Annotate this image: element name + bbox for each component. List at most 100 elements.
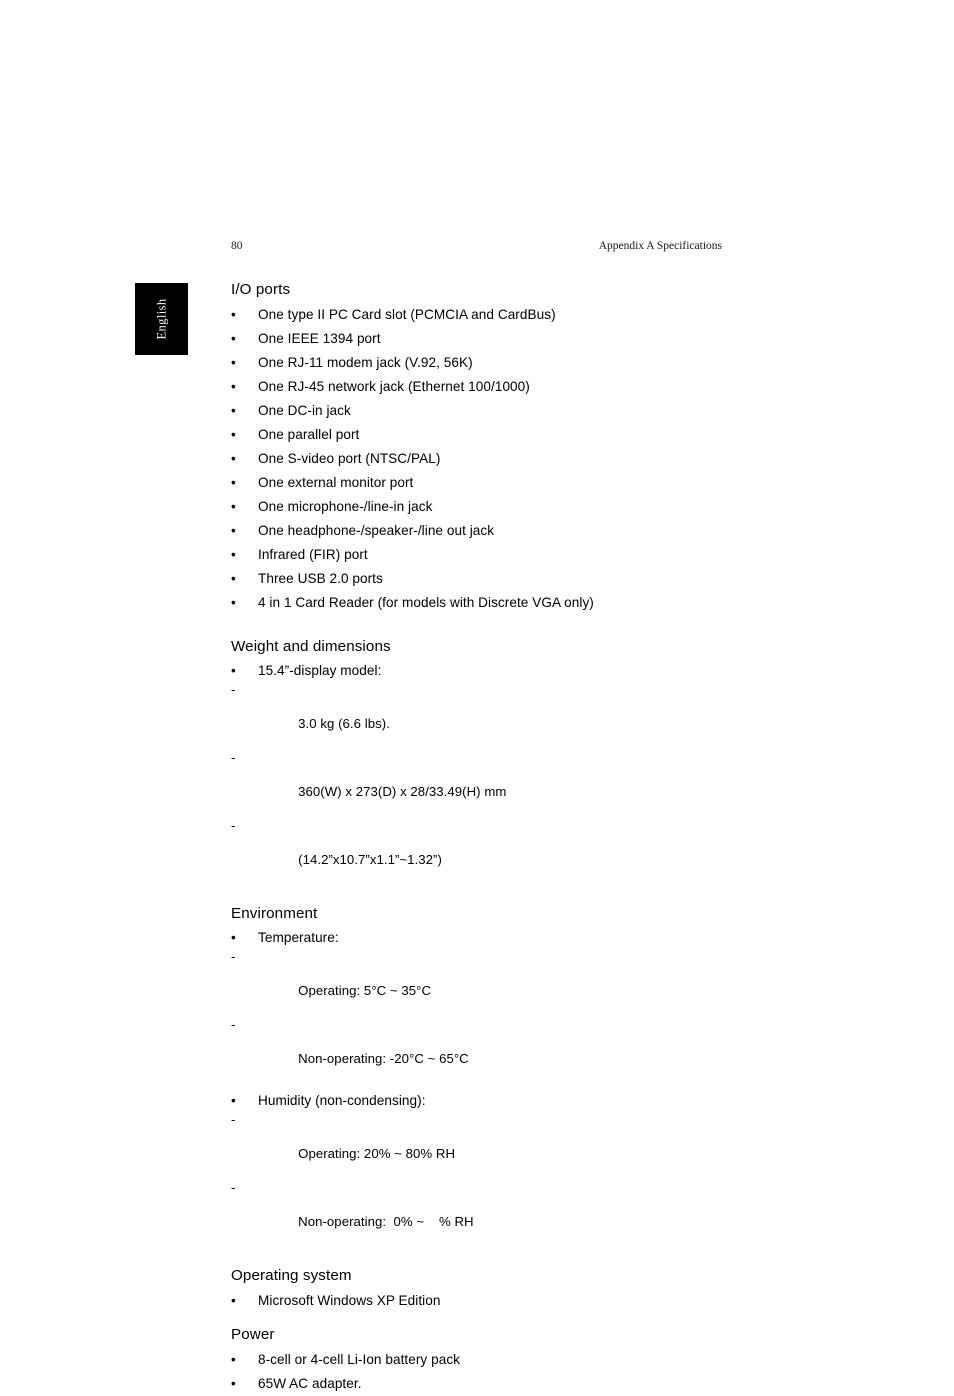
sub-list-item-label: 3.0 kg (6.6 lbs). xyxy=(298,716,390,731)
list-item-label: One external monitor port xyxy=(258,475,414,490)
list-item-label: Humidity (non-condensing): xyxy=(258,1093,426,1108)
section-heading: Power xyxy=(231,1326,275,1343)
document-page: 80 Appendix A Specifications English I/O… xyxy=(0,0,954,1391)
list-item-label: Infrared (FIR) port xyxy=(258,547,368,562)
bullet-icon: • xyxy=(231,499,236,514)
list-item: • Humidity (non-condensing): xyxy=(231,1090,791,1111)
list-item: • One RJ-45 network jack (Ethernet 100/1… xyxy=(231,375,791,399)
list-item: • 4 in 1 Card Reader (for models with Di… xyxy=(231,591,791,615)
language-tab-label: English xyxy=(154,298,168,340)
section-operating-system: Operating system • Microsoft Windows XP … xyxy=(231,1266,791,1313)
sub-list-item-label: Non-operating: -20°C ~ 65°C xyxy=(298,1051,469,1066)
dash-icon: - xyxy=(231,750,236,765)
list-item-label: 8-cell or 4-cell Li-Ion battery pack xyxy=(258,1352,461,1367)
page-number: 80 xyxy=(231,240,243,252)
section-io-ports: I/O ports • One type II PC Card slot (PC… xyxy=(231,280,791,615)
bullet-list: • Humidity (non-condensing): xyxy=(231,1090,791,1111)
bullet-icon: • xyxy=(231,663,236,678)
sub-list-item-label: 360(W) x 273(D) x 28/33.49(H) mm xyxy=(298,784,507,799)
bullet-list: • Microsoft Windows XP Edition xyxy=(231,1289,791,1313)
dash-icon: - xyxy=(231,682,236,697)
dash-icon: - xyxy=(231,1017,236,1032)
list-item-label: One S-video port (NTSC/PAL) xyxy=(258,451,441,466)
section-environment: Environment • Temperature: - Operating: … xyxy=(231,904,791,1247)
sub-list-item-label: Non-operating: 0% ~ % RH xyxy=(298,1214,474,1229)
sub-list-item-label: Operating: 5°C ~ 35°C xyxy=(298,983,432,998)
list-item-label: One headphone-/speaker-/line out jack xyxy=(258,523,495,538)
list-item: • One headphone-/speaker-/line out jack xyxy=(231,519,791,543)
bullet-icon: • xyxy=(231,547,236,562)
sub-list-item: - Non-operating: 0% ~ % RH xyxy=(231,1179,791,1247)
bullet-icon: • xyxy=(231,379,236,394)
list-item: • 65W AC adapter. xyxy=(231,1372,791,1396)
chapter-title: Appendix A Specifications xyxy=(598,240,722,252)
list-item-label: One microphone-/line-in jack xyxy=(258,499,433,514)
bullet-list: • One type II PC Card slot (PCMCIA and C… xyxy=(231,303,791,615)
bullet-icon: • xyxy=(231,451,236,466)
section-heading: Weight and dimensions xyxy=(231,638,391,655)
sub-list-item-label: Operating: 20% ~ 80% RH xyxy=(298,1146,456,1161)
running-head: 80 Appendix A Specifications xyxy=(231,238,722,254)
list-item: • Temperature: xyxy=(231,927,791,948)
bullet-icon: • xyxy=(231,1376,236,1391)
bullet-icon: • xyxy=(231,1352,236,1367)
list-item: • 8-cell or 4-cell Li-Ion battery pack xyxy=(231,1348,791,1372)
list-item-label: 4 in 1 Card Reader (for models with Disc… xyxy=(258,595,594,610)
bullet-icon: • xyxy=(231,1293,236,1308)
bullet-icon: • xyxy=(231,331,236,346)
list-item-label: One RJ-11 modem jack (V.92, 56K) xyxy=(258,355,473,370)
list-item: • One DC-in jack xyxy=(231,399,791,423)
list-item-label: 15.4”-display model: xyxy=(258,663,382,678)
sub-list-item: - Operating: 20% ~ 80% RH xyxy=(231,1111,791,1179)
list-item: • 15.4”-display model: xyxy=(231,660,791,681)
sub-list: - Operating: 20% ~ 80% RH - Non-operatin… xyxy=(231,1111,791,1247)
list-item-label: One DC-in jack xyxy=(258,403,351,418)
section-weight-and-dimensions: Weight and dimensions • 15.4”-display mo… xyxy=(231,637,791,885)
bullet-icon: • xyxy=(231,475,236,490)
sub-list-item: - 360(W) x 273(D) x 28/33.49(H) mm xyxy=(231,749,791,817)
list-item: • One S-video port (NTSC/PAL) xyxy=(231,447,791,471)
list-item: • One microphone-/line-in jack xyxy=(231,495,791,519)
bullet-icon: • xyxy=(231,355,236,370)
list-item-label: Microsoft Windows XP Edition xyxy=(258,1293,441,1308)
list-item-label: Three USB 2.0 ports xyxy=(258,571,383,586)
bullet-icon: • xyxy=(231,427,236,442)
sub-list: - 3.0 kg (6.6 lbs). - 360(W) x 273(D) x … xyxy=(231,681,791,885)
bullet-list: • 15.4”-display model: xyxy=(231,660,791,681)
dash-icon: - xyxy=(231,949,236,964)
bullet-icon: • xyxy=(231,403,236,418)
list-item-label: One RJ-45 network jack (Ethernet 100/100… xyxy=(258,379,530,394)
list-item: • One type II PC Card slot (PCMCIA and C… xyxy=(231,303,791,327)
list-item: • One external monitor port xyxy=(231,471,791,495)
sub-list-item: - Non-operating: -20°C ~ 65°C xyxy=(231,1016,791,1084)
language-tab: English xyxy=(135,283,188,355)
section-power: Power • 8-cell or 4-cell Li-Ion battery … xyxy=(231,1325,791,1396)
content-column: I/O ports • One type II PC Card slot (PC… xyxy=(231,280,791,1396)
sub-list-item-label: (14.2”x10.7”x1.1”~1.32”) xyxy=(298,852,442,867)
bullet-list: • Temperature: xyxy=(231,927,791,948)
list-item-label: One type II PC Card slot (PCMCIA and Car… xyxy=(258,307,556,322)
list-item-label: Temperature: xyxy=(258,930,339,945)
list-item-label: One parallel port xyxy=(258,427,360,442)
sub-list-item: - (14.2”x10.7”x1.1”~1.32”) xyxy=(231,817,791,885)
bullet-icon: • xyxy=(231,930,236,945)
sub-list-item: - Operating: 5°C ~ 35°C xyxy=(231,948,791,1016)
list-item: • One IEEE 1394 port xyxy=(231,327,791,351)
dash-icon: - xyxy=(231,1180,236,1195)
section-heading: I/O ports xyxy=(231,281,291,298)
list-item-label: One IEEE 1394 port xyxy=(258,331,381,346)
list-item-label: 65W AC adapter. xyxy=(258,1376,362,1391)
dash-icon: - xyxy=(231,1112,236,1127)
bullet-icon: • xyxy=(231,523,236,538)
bullet-icon: • xyxy=(231,307,236,322)
sub-list: - Operating: 5°C ~ 35°C - Non-operating:… xyxy=(231,948,791,1084)
section-heading: Operating system xyxy=(231,1267,352,1284)
list-item: • One parallel port xyxy=(231,423,791,447)
section-heading: Environment xyxy=(231,905,318,922)
bullet-icon: • xyxy=(231,595,236,610)
bullet-icon: • xyxy=(231,1093,236,1108)
sub-list-item: - 3.0 kg (6.6 lbs). xyxy=(231,681,791,749)
list-item: • Infrared (FIR) port xyxy=(231,543,791,567)
list-item: • Microsoft Windows XP Edition xyxy=(231,1289,791,1313)
list-item: • One RJ-11 modem jack (V.92, 56K) xyxy=(231,351,791,375)
